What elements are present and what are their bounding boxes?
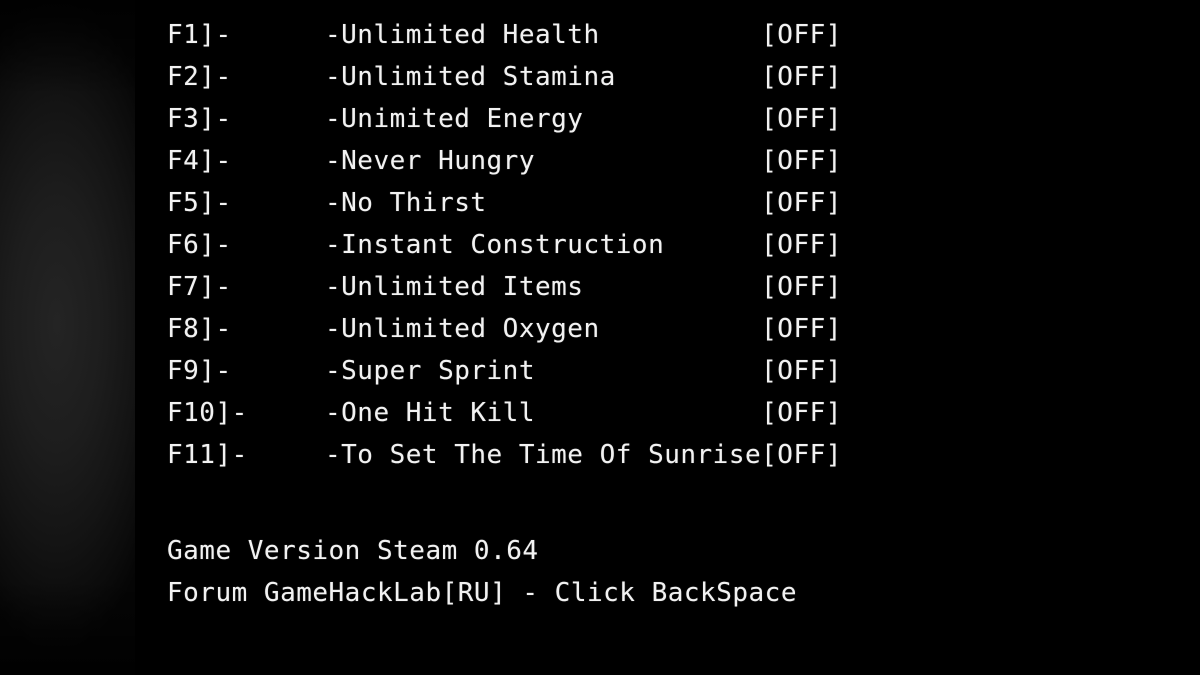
trainer-console-panel: F1]- -Unlimited Health [OFF] F2]- -Unlim… (135, 0, 1200, 675)
hotkey-label: F4]- (167, 146, 232, 176)
cheat-description: -Instant Construction (325, 230, 665, 260)
status-badge[interactable]: [OFF] (761, 140, 842, 182)
status-badge[interactable]: [OFF] (761, 350, 842, 392)
footer-info: Game Version Steam 0.64 Forum GameHackLa… (167, 530, 797, 614)
status-badge[interactable]: [OFF] (761, 14, 842, 56)
cheat-description: -Super Sprint (325, 356, 535, 386)
cheat-description: -Never Hungry (325, 146, 535, 176)
cheat-description: -One Hit Kill (325, 398, 535, 428)
table-row[interactable]: F7]- -Unlimited Items [OFF] (167, 266, 842, 308)
status-badge[interactable]: [OFF] (761, 56, 842, 98)
hotkey-label: F8]- (167, 314, 232, 344)
status-badge[interactable]: [OFF] (761, 308, 842, 350)
cheat-description: -Unimited Energy (325, 104, 584, 134)
cheat-description: -No Thirst (325, 188, 487, 218)
hotkey-label: F3]- (167, 104, 232, 134)
cheat-description: -Unlimited Health (325, 20, 600, 50)
table-row[interactable]: F1]- -Unlimited Health [OFF] (167, 14, 842, 56)
forum-credit-label: Forum GameHackLab[RU] - Click BackSpace (167, 578, 797, 608)
table-row[interactable]: F11]- -To Set The Time Of Sunrise [OFF] (167, 434, 842, 476)
table-row[interactable]: F4]- -Never Hungry [OFF] (167, 140, 842, 182)
hotkey-label: F6]- (167, 230, 232, 260)
status-badge[interactable]: [OFF] (761, 266, 842, 308)
table-row[interactable]: F6]- -Instant Construction [OFF] (167, 224, 842, 266)
trainer-overlay-screen: F1]- -Unlimited Health [OFF] F2]- -Unlim… (0, 0, 1200, 675)
table-row[interactable]: F9]- -Super Sprint [OFF] (167, 350, 842, 392)
table-row[interactable]: F3]- -Unimited Energy [OFF] (167, 98, 842, 140)
desktop-backdrop (0, 0, 135, 675)
cheat-description: -Unlimited Stamina (325, 62, 616, 92)
cheat-description: -Unlimited Oxygen (325, 314, 600, 344)
table-row[interactable]: F8]- -Unlimited Oxygen [OFF] (167, 308, 842, 350)
hotkey-label: F7]- (167, 272, 232, 302)
cheat-option-list: F1]- -Unlimited Health [OFF] F2]- -Unlim… (167, 14, 842, 476)
table-row[interactable]: F2]- -Unlimited Stamina [OFF] (167, 56, 842, 98)
cheat-option-table: F1]- -Unlimited Health [OFF] F2]- -Unlim… (167, 14, 842, 476)
hotkey-label: F11]- (167, 440, 248, 470)
table-row[interactable]: F5]- -No Thirst [OFF] (167, 182, 842, 224)
hotkey-label: F2]- (167, 62, 232, 92)
hotkey-label: F1]- (167, 20, 232, 50)
table-row[interactable]: F10]- -One Hit Kill [OFF] (167, 392, 842, 434)
status-badge[interactable]: [OFF] (761, 224, 842, 266)
hotkey-label: F5]- (167, 188, 232, 218)
status-badge[interactable]: [OFF] (761, 434, 842, 476)
cheat-description: -To Set The Time Of Sunrise (325, 440, 762, 470)
status-badge[interactable]: [OFF] (761, 98, 842, 140)
hotkey-label: F9]- (167, 356, 232, 386)
status-badge[interactable]: [OFF] (761, 182, 842, 224)
cheat-description: -Unlimited Items (325, 272, 584, 302)
hotkey-label: F10]- (167, 398, 248, 428)
game-version-label: Game Version Steam 0.64 (167, 536, 539, 566)
status-badge[interactable]: [OFF] (761, 392, 842, 434)
